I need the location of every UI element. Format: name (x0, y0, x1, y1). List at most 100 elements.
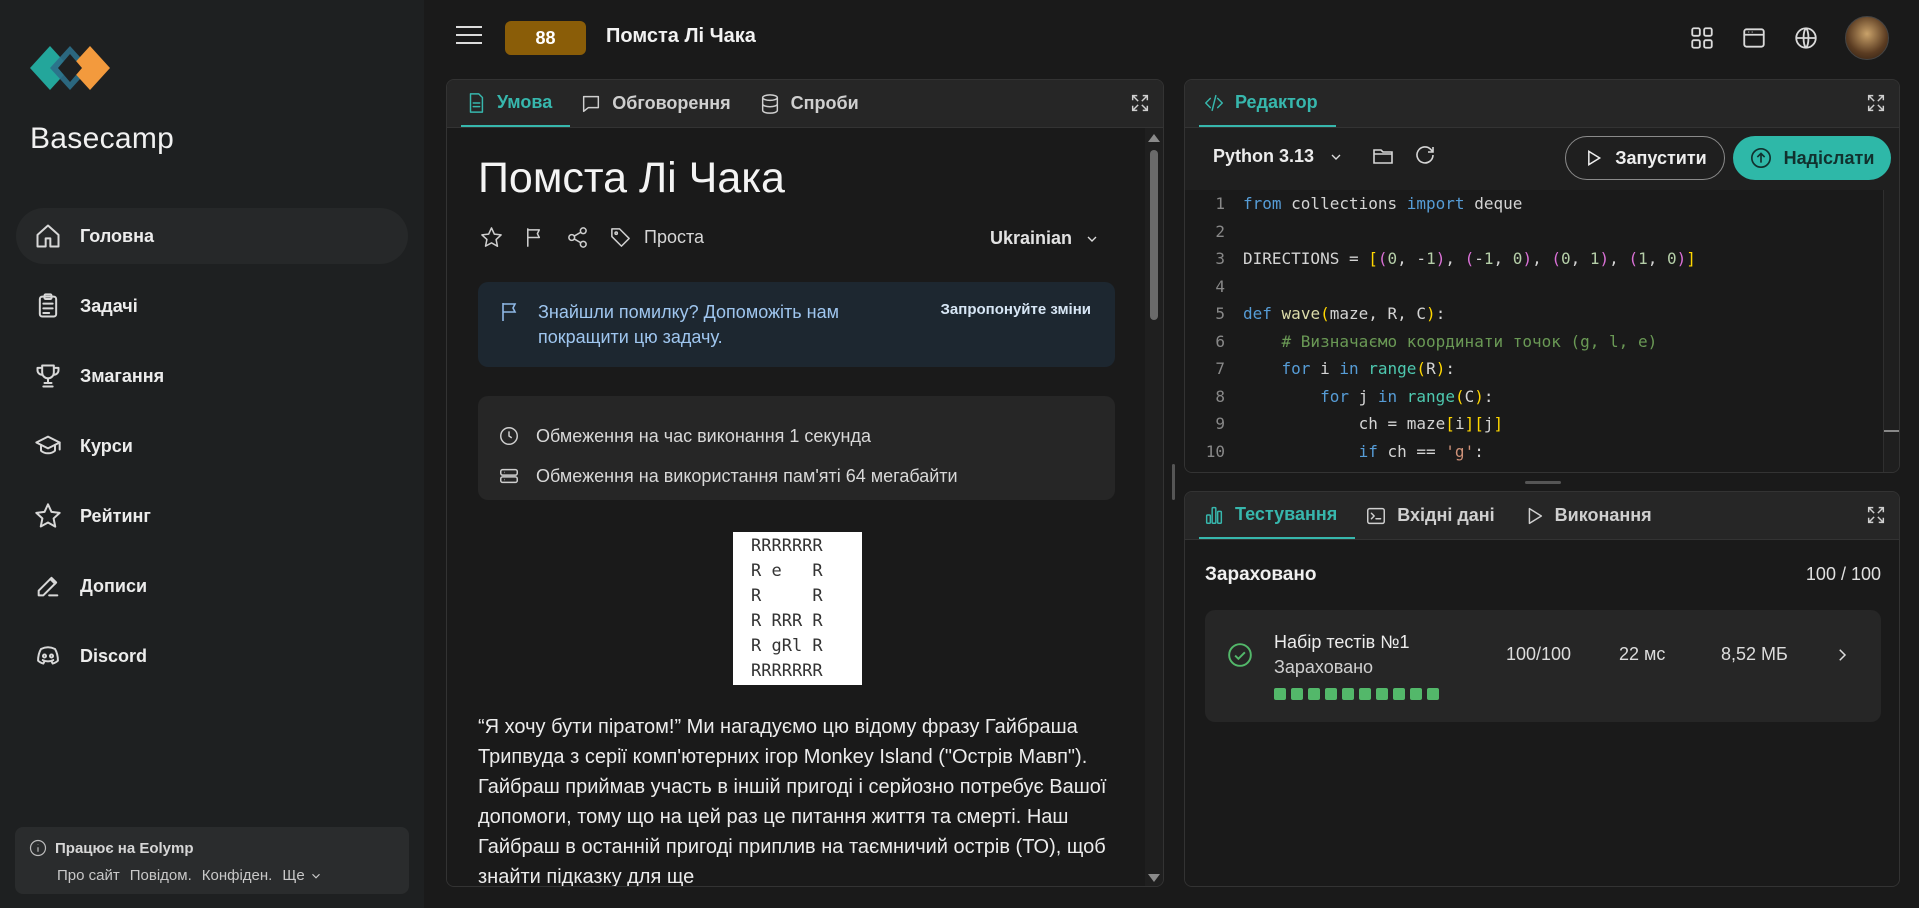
sidebar-item-home[interactable]: Головна (16, 208, 408, 264)
expand-icon[interactable] (1865, 504, 1887, 526)
star-icon[interactable] (480, 226, 503, 249)
difficulty-label: Проста (644, 227, 705, 247)
chat-icon (583, 95, 600, 112)
star-icon (35, 503, 61, 528)
run-button[interactable]: Запустити (1565, 136, 1725, 180)
footer-link-about[interactable]: Про сайт (57, 867, 120, 884)
powered-by-label: Працює на Eolymp (55, 839, 194, 857)
tab-testing[interactable]: Тестування (1199, 492, 1356, 539)
feedback-notice: Знайшли помилку? Допоможіть нам покращит… (478, 282, 1115, 367)
code-editor[interactable]: 1 from collections import deque 2 3 DIRECT… (1185, 190, 1885, 472)
maze-line: R R (751, 586, 823, 606)
code-icon (1205, 94, 1223, 111)
footer-link-report[interactable]: Повідом. (130, 867, 192, 884)
test-passed-dot (1342, 688, 1354, 700)
footer-link-more[interactable]: Ще (282, 867, 304, 884)
memory-icon (500, 468, 518, 484)
play-icon (1528, 507, 1542, 524)
graduation-cap-icon (35, 435, 61, 455)
expand-icon[interactable] (1129, 92, 1151, 114)
test-set-row[interactable]: Набір тестів №1 Зараховано 100/100 22 мс… (1205, 610, 1881, 722)
sidebar-item-courses[interactable]: Курси (16, 418, 408, 474)
problem-statement: “Я хочу бути піратом!” Ми нагадуємо цю в… (478, 716, 1107, 887)
expand-icon[interactable] (1865, 92, 1887, 114)
play-icon (1588, 149, 1602, 167)
scrollbar[interactable] (1145, 128, 1163, 886)
sidebar-item-label: Дописи (80, 575, 148, 596)
chevron-right-icon[interactable] (1833, 646, 1851, 664)
database-icon (761, 93, 778, 114)
maze-line: R e R (751, 561, 823, 581)
scroll-thumb[interactable] (1150, 150, 1158, 320)
check-circle-icon (1228, 643, 1252, 667)
submit-button[interactable]: Надіслати (1733, 136, 1891, 180)
test-progress-dots (1274, 688, 1439, 700)
footer-link-privacy[interactable]: Конфіден. (202, 867, 273, 884)
panel-resize-handle-horizontal[interactable] (1525, 481, 1561, 484)
tab-statement[interactable]: Умова (461, 80, 571, 127)
tab-editor[interactable]: Редактор (1199, 80, 1336, 127)
code-scrollbar[interactable] (1883, 190, 1899, 472)
testing-content: Зараховано 100 / 100 Набір тестів №1 Зар… (1185, 540, 1899, 886)
test-passed-dot (1376, 688, 1388, 700)
test-set-points: 100/100 (1506, 644, 1572, 664)
page-title: Помста Лі Чака (606, 25, 756, 47)
code-line: 9 ch = maze[i][j] (1215, 414, 1504, 433)
suggest-changes-link[interactable]: Запропонуйте зміни (941, 301, 1091, 318)
scroll-up-arrow[interactable] (1148, 134, 1160, 142)
sidebar-item-label: Задачі (80, 295, 138, 316)
top-bar: 88 Помста Лі Чака (424, 0, 1919, 76)
tab-label: Умова (497, 92, 553, 112)
discord-icon (37, 646, 59, 665)
basecamp-logo[interactable] (30, 40, 110, 96)
tag-icon[interactable] (609, 226, 632, 249)
limits-card: Обмеження на час виконання 1 секунда Обм… (478, 396, 1115, 500)
refresh-icon[interactable] (1413, 144, 1437, 168)
sidebar-item-rating[interactable]: Рейтинг (16, 488, 408, 544)
sidebar-item-problems[interactable]: Задачі (16, 278, 408, 334)
window-icon[interactable] (1741, 25, 1767, 51)
total-score: 100 / 100 (1805, 564, 1881, 584)
sidebar-item-label: Discord (80, 645, 148, 666)
avatar[interactable] (1845, 16, 1889, 60)
apps-grid-icon[interactable] (1689, 25, 1715, 51)
problem-tabs: Умова Обговорення Спроби (447, 80, 1163, 128)
test-set-name: Набір тестів №1 (1274, 632, 1410, 652)
sidebar-item-discord[interactable]: Discord (16, 628, 408, 684)
sidebar-item-posts[interactable]: Дописи (16, 558, 408, 614)
code-line: 6 # Визначаємо координати точок (g, l, e… (1215, 331, 1658, 351)
folder-icon[interactable] (1371, 144, 1395, 168)
sidebar: Basecamp Головна Задачі Змагання Курси Р… (0, 0, 424, 908)
tab-attempts[interactable]: Спроби (755, 80, 877, 127)
language-select[interactable]: Python 3.13 (1213, 146, 1344, 167)
editor-toolbar: Python 3.13 Запустити Надіслати (1185, 128, 1899, 190)
menu-icon[interactable] (456, 26, 482, 48)
footer-card: Працює на Eolymp Про сайт Повідом. Конфі… (15, 827, 409, 894)
bar-chart-icon (1205, 506, 1223, 524)
test-passed-dot (1410, 688, 1422, 700)
tab-discussion[interactable]: Обговорення (576, 80, 748, 127)
test-passed-dot (1427, 688, 1439, 700)
chevron-down-icon[interactable] (309, 869, 323, 883)
sidebar-item-competitions[interactable]: Змагання (16, 348, 408, 404)
upload-circle-icon (1750, 148, 1771, 168)
testing-panel: Тестування Вхідні дані Виконання Зарахов… (1184, 491, 1900, 887)
language-select[interactable]: Ukrainian (990, 228, 1100, 249)
tab-label: Обговорення (612, 93, 731, 113)
flag-icon (502, 303, 517, 321)
tab-execution[interactable]: Виконання (1519, 492, 1670, 539)
maze-line: R gRl R (751, 636, 823, 656)
panel-resize-handle-vertical[interactable] (1172, 464, 1175, 500)
test-set-memory: 8,52 МБ (1721, 644, 1788, 664)
share-icon[interactable] (566, 226, 589, 249)
chevron-down-icon (1087, 236, 1097, 242)
trophy-icon (36, 364, 60, 388)
globe-icon[interactable] (1793, 25, 1819, 51)
language-value: Python 3.13 (1213, 146, 1315, 166)
time-limit: Обмеження на час виконання 1 секунда (536, 425, 871, 446)
flag-icon[interactable] (523, 226, 546, 249)
scroll-down-arrow[interactable] (1148, 874, 1160, 882)
clock-icon (500, 427, 518, 445)
tab-input[interactable]: Вхідні дані (1361, 492, 1512, 539)
sidebar-item-label: Рейтинг (80, 505, 151, 526)
